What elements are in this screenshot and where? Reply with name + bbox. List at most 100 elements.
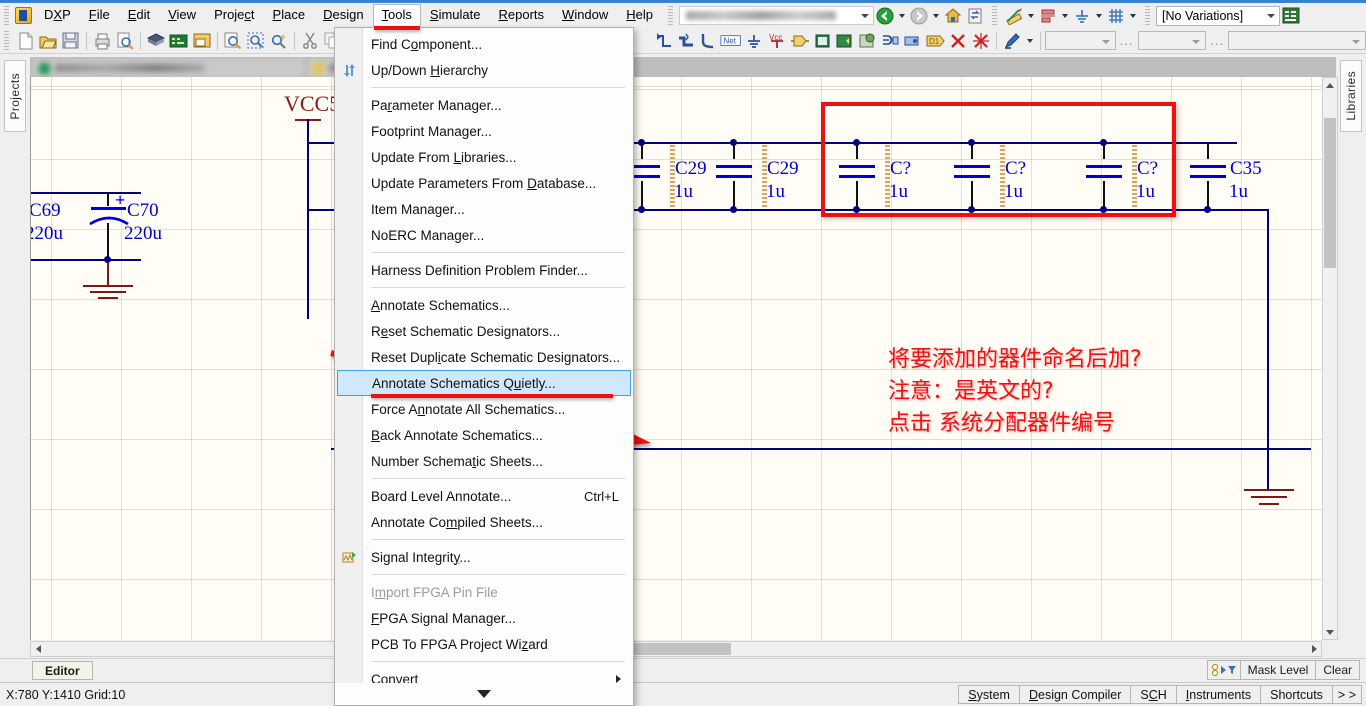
menu-item-number-schematic-sheets[interactable]: Number Schematic Sheets... [335, 448, 633, 474]
status-sch[interactable]: SCH [1130, 685, 1176, 704]
capacitor-c70-value[interactable]: 220u [124, 223, 162, 245]
place-vcc-button[interactable]: Vcc [766, 30, 789, 52]
capacitor-c29a-value[interactable]: 1u [674, 181, 693, 203]
highlight-pen-button[interactable] [1001, 30, 1024, 52]
zoom-area-button[interactable] [245, 30, 268, 52]
power-port-button[interactable] [1071, 5, 1093, 26]
menu-item-reset-schematic-designators[interactable]: Reset Schematic Designators... [335, 318, 633, 344]
tile-windows-button[interactable] [190, 30, 213, 52]
open-document-button[interactable] [37, 30, 60, 52]
save-button[interactable] [59, 30, 82, 52]
menu-dxp[interactable]: DXP [35, 4, 80, 27]
chevron-down-icon[interactable] [861, 14, 869, 18]
capacitor-c35-designator[interactable]: C35 [1230, 158, 1262, 180]
toolbar-combo-3[interactable] [1228, 31, 1366, 50]
place-gnd-button[interactable] [743, 30, 766, 52]
menu-item-force-annotate-all-schematics[interactable]: Force Annotate All Schematics... [335, 396, 633, 422]
menu-item-board-level-annotate[interactable]: Board Level Annotate...Ctrl+L [335, 483, 633, 509]
measure-dropdown-icon[interactable] [1028, 14, 1034, 18]
toolbar-combo-2[interactable] [1138, 31, 1207, 50]
canvas-horizontal-scrollbar[interactable] [30, 641, 1322, 657]
menu-item-harness-definition-problem-finder[interactable]: Harness Definition Problem Finder... [335, 257, 633, 283]
capacitor-c69-designator[interactable]: C69 [30, 200, 61, 222]
clear-mask-button[interactable]: Clear [1315, 660, 1360, 680]
menu-item-up-down-hierarchy[interactable]: Up/Down Hierarchy [335, 57, 633, 83]
menu-item-parameter-manager[interactable]: Parameter Manager... [335, 92, 633, 118]
capacitor-c35-value[interactable]: 1u [1229, 181, 1248, 203]
align-tool-button[interactable] [1037, 5, 1059, 26]
project-selector-combo[interactable] [679, 6, 874, 25]
delete-no-erc-button[interactable] [970, 30, 993, 52]
navigate-back-button[interactable] [874, 5, 896, 26]
capacitor-c69-value[interactable]: 220u [30, 223, 63, 245]
place-port-button[interactable] [902, 30, 925, 52]
power-port-dropdown-icon[interactable] [1096, 14, 1102, 18]
measure-tool-button[interactable] [1003, 5, 1025, 26]
status-instruments[interactable]: Instruments [1176, 685, 1261, 704]
scroll-right-button[interactable] [1307, 642, 1321, 656]
menu-item-pcb-to-fpga-project-wizard[interactable]: PCB To FPGA Project Wizard [335, 631, 633, 657]
menu-window[interactable]: Window [553, 4, 617, 27]
place-wire-button[interactable] [652, 30, 675, 52]
zoom-document-button[interactable] [222, 30, 245, 52]
open-3d-view-button[interactable] [145, 30, 168, 52]
zoom-selected-button[interactable] [267, 30, 290, 52]
menu-view[interactable]: View [159, 4, 205, 27]
panel-tab-libraries[interactable]: Libraries [1340, 60, 1362, 132]
place-net-label-button[interactable]: Net [720, 30, 743, 52]
menu-edit[interactable]: Edit [119, 4, 159, 27]
menu-file[interactable]: File [80, 4, 119, 27]
cut-button[interactable] [299, 30, 322, 52]
menu-item-annotate-schematics-quietly[interactable]: Annotate Schematics Quietly... [337, 370, 631, 396]
print-button[interactable] [91, 30, 114, 52]
place-bus-button[interactable] [675, 30, 698, 52]
place-sheet-symbol-button[interactable] [811, 30, 834, 52]
variations-combo[interactable]: [No Variations] [1156, 6, 1280, 26]
menu-place[interactable]: Place [264, 4, 315, 27]
device-sheet-button[interactable] [856, 30, 879, 52]
menu-help[interactable]: Help [617, 4, 662, 27]
menu-item-find-component[interactable]: Find Component... [335, 31, 633, 57]
menubar-gripper[interactable] [2, 6, 11, 25]
status-design-compiler[interactable]: Design Compiler [1019, 685, 1131, 704]
place-designator-button[interactable]: D1 [924, 30, 947, 52]
menu-project[interactable]: Project [205, 4, 263, 27]
capacitor-c29a-designator[interactable]: C29 [675, 158, 707, 180]
place-harness-button[interactable] [879, 30, 902, 52]
new-document-button[interactable] [14, 30, 37, 52]
toolbar-combo-1[interactable] [1045, 31, 1116, 50]
grid-dropdown-icon[interactable] [1130, 14, 1136, 18]
chevron-down-icon[interactable] [1267, 14, 1275, 18]
document-switch-button[interactable] [964, 5, 986, 26]
toolbar-gripper[interactable] [2, 31, 11, 50]
menu-item-update-from-libraries[interactable]: Update From Libraries... [335, 144, 633, 170]
panel-tab-projects[interactable]: Projects [4, 60, 26, 132]
capacitor-c29b-value[interactable]: 1u [766, 181, 785, 203]
menu-design[interactable]: Design [314, 4, 372, 27]
place-bus-entry-button[interactable] [697, 30, 720, 52]
print-preview-button[interactable] [113, 30, 136, 52]
place-sheet-entry-button[interactable] [834, 30, 857, 52]
document-tab-1[interactable] [34, 59, 304, 77]
navigate-back-dropdown-icon[interactable] [899, 14, 905, 18]
grid-button[interactable] [1105, 5, 1127, 26]
menu-item-reset-duplicate-schematic-designators[interactable]: Reset Duplicate Schematic Designators... [335, 344, 633, 370]
scroll-left-button[interactable] [31, 642, 45, 656]
status-more[interactable]: > > [1332, 685, 1362, 704]
status-system[interactable]: System [958, 685, 1020, 704]
menu-simulate[interactable]: Simulate [421, 4, 490, 27]
menu-item-update-parameters-from-database[interactable]: Update Parameters From Database... [335, 170, 633, 196]
menu-item-fpga-signal-manager[interactable]: FPGA Signal Manager... [335, 605, 633, 631]
net-label-vcc5[interactable]: VCC5 [284, 91, 340, 117]
capacitor-c29b-designator[interactable]: C29 [767, 158, 799, 180]
menu-item-item-manager[interactable]: Item Manager... [335, 196, 633, 222]
mask-level-button[interactable]: Mask Level [1240, 660, 1317, 680]
open-pcb-button[interactable] [168, 30, 191, 52]
menu-scroll-down-indicator[interactable] [335, 683, 633, 705]
menu-item-back-annotate-schematics[interactable]: Back Annotate Schematics... [335, 422, 633, 448]
status-shortcuts[interactable]: Shortcuts [1260, 685, 1333, 704]
align-dropdown-icon[interactable] [1062, 14, 1068, 18]
capacitor-c70-designator[interactable]: C70 [127, 200, 159, 222]
vertical-scroll-thumb[interactable] [1324, 118, 1336, 268]
place-part-button[interactable] [788, 30, 811, 52]
